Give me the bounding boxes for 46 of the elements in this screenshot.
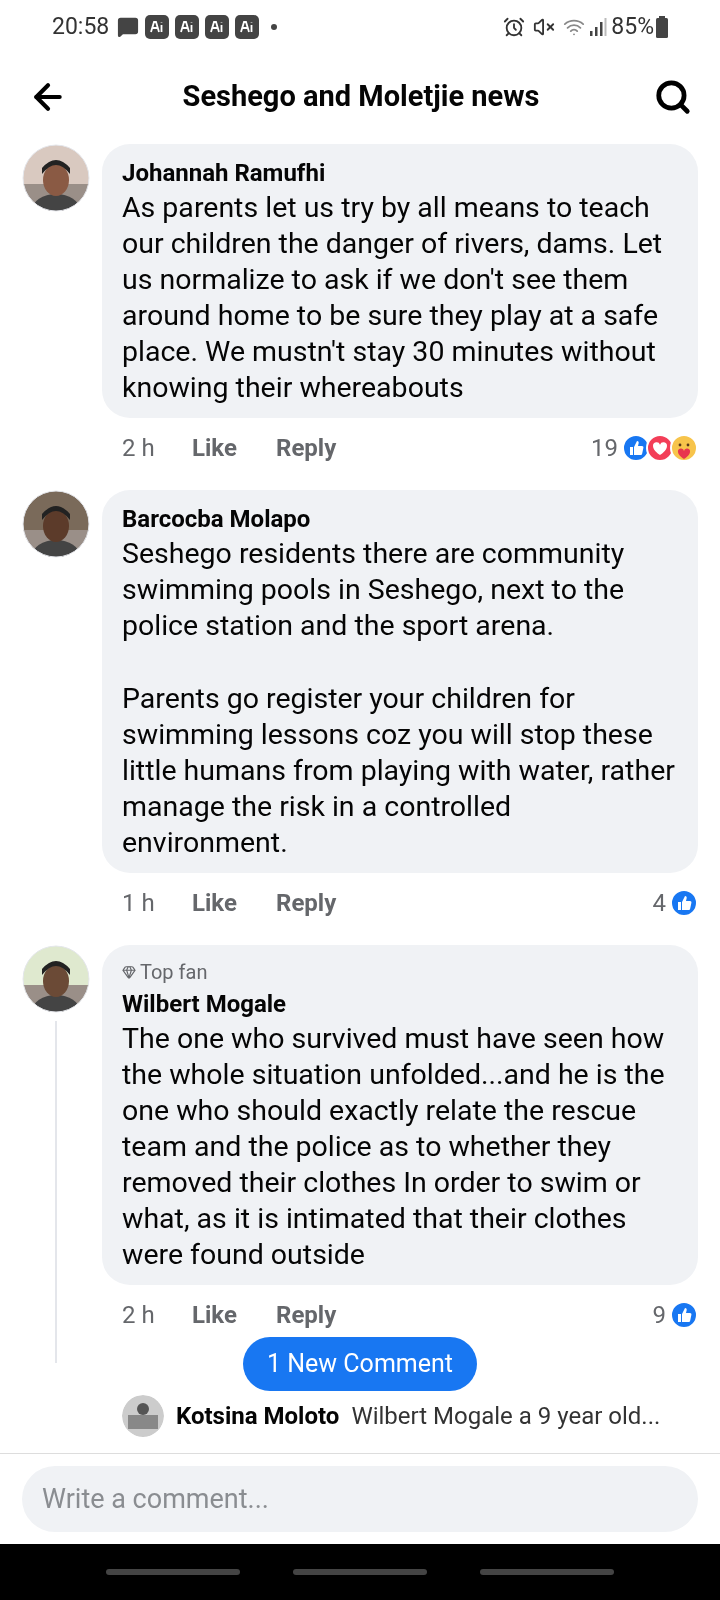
status-time: 20:58: [52, 11, 110, 42]
like-icon: [622, 434, 650, 462]
comment-text: Parents go register your children for swimming lessons coz you will stop these little humans from playing with water, rather manage the risk in a controlled environment.: [122, 681, 676, 861]
reaction-count: 9: [652, 1300, 666, 1331]
comment-field[interactable]: Write a comment...: [22, 1466, 698, 1532]
page-title: Seshego and Moletjie news: [181, 78, 541, 116]
comment-time: 1 h: [122, 888, 156, 919]
reply-preview-text: Wilbert Mogale a 9 year old...: [351, 1400, 661, 1432]
search-button[interactable]: [654, 78, 692, 116]
commenter-name: Wilbert Mogale: [122, 989, 288, 1020]
like-button[interactable]: Like: [192, 430, 276, 466]
top-fan-label: Top fan: [140, 959, 208, 986]
comment-text: The one who survived must have seen how the whole situation unfolded...and he is the one who should exactly relate the rescue team and the police as to whether they removed their clothes In order to swim or what, as it is intimated that their clothes were found outside: [122, 1021, 666, 1273]
commenter-name: Barcocba Molapo: [122, 504, 312, 535]
navigation-handle[interactable]: [293, 1569, 427, 1575]
commenter-name: Johannah Ramufhi: [122, 158, 327, 189]
new-comment-button[interactable]: 1 New Comment: [243, 1337, 477, 1391]
reply-button[interactable]: Reply: [276, 1297, 337, 1333]
app-notification-icon: [235, 15, 260, 39]
reply-button[interactable]: Reply: [276, 430, 337, 466]
navigation-handle[interactable]: [106, 1569, 241, 1575]
comment-text: As parents let us try by all means to teach our children the danger of rivers, dams. Let us normalize to ask if we don't see them around home to be sure they play at a safe place. We mustn't stay 30 minutes without knowing their whereabouts: [122, 190, 664, 406]
app-notification-icon: [205, 15, 230, 39]
comment-time: 2 h: [122, 1300, 156, 1331]
alarm-icon: [503, 16, 526, 38]
like-button[interactable]: Like: [192, 885, 276, 921]
like-icon: [670, 889, 698, 917]
app-notification-icon: [145, 15, 170, 39]
dot-icon: [271, 24, 278, 30]
hugging-emoji-icon: [670, 434, 698, 462]
like-icon: [670, 1301, 698, 1329]
reply-button[interactable]: Reply: [276, 885, 337, 921]
diamond-icon: [122, 965, 136, 979]
reaction-count: 4: [652, 888, 666, 919]
mute-icon: [533, 16, 556, 38]
reply-author: Kotsina Moloto: [176, 1400, 340, 1432]
like-button[interactable]: Like: [192, 1297, 276, 1333]
message-icon: [117, 16, 140, 38]
app-notification-icon: [175, 15, 200, 39]
comment-text: Seshego residents there are community swimming pools in Seshego, next to the police station and the sport arena.: [122, 536, 626, 644]
signal-icon: [589, 17, 608, 37]
reaction-count: 19: [591, 433, 618, 464]
navigation-handle[interactable]: [479, 1569, 614, 1575]
battery-icon: [656, 16, 668, 38]
comment-time: 2 h: [122, 433, 156, 464]
battery-percent: 85%: [611, 11, 654, 42]
